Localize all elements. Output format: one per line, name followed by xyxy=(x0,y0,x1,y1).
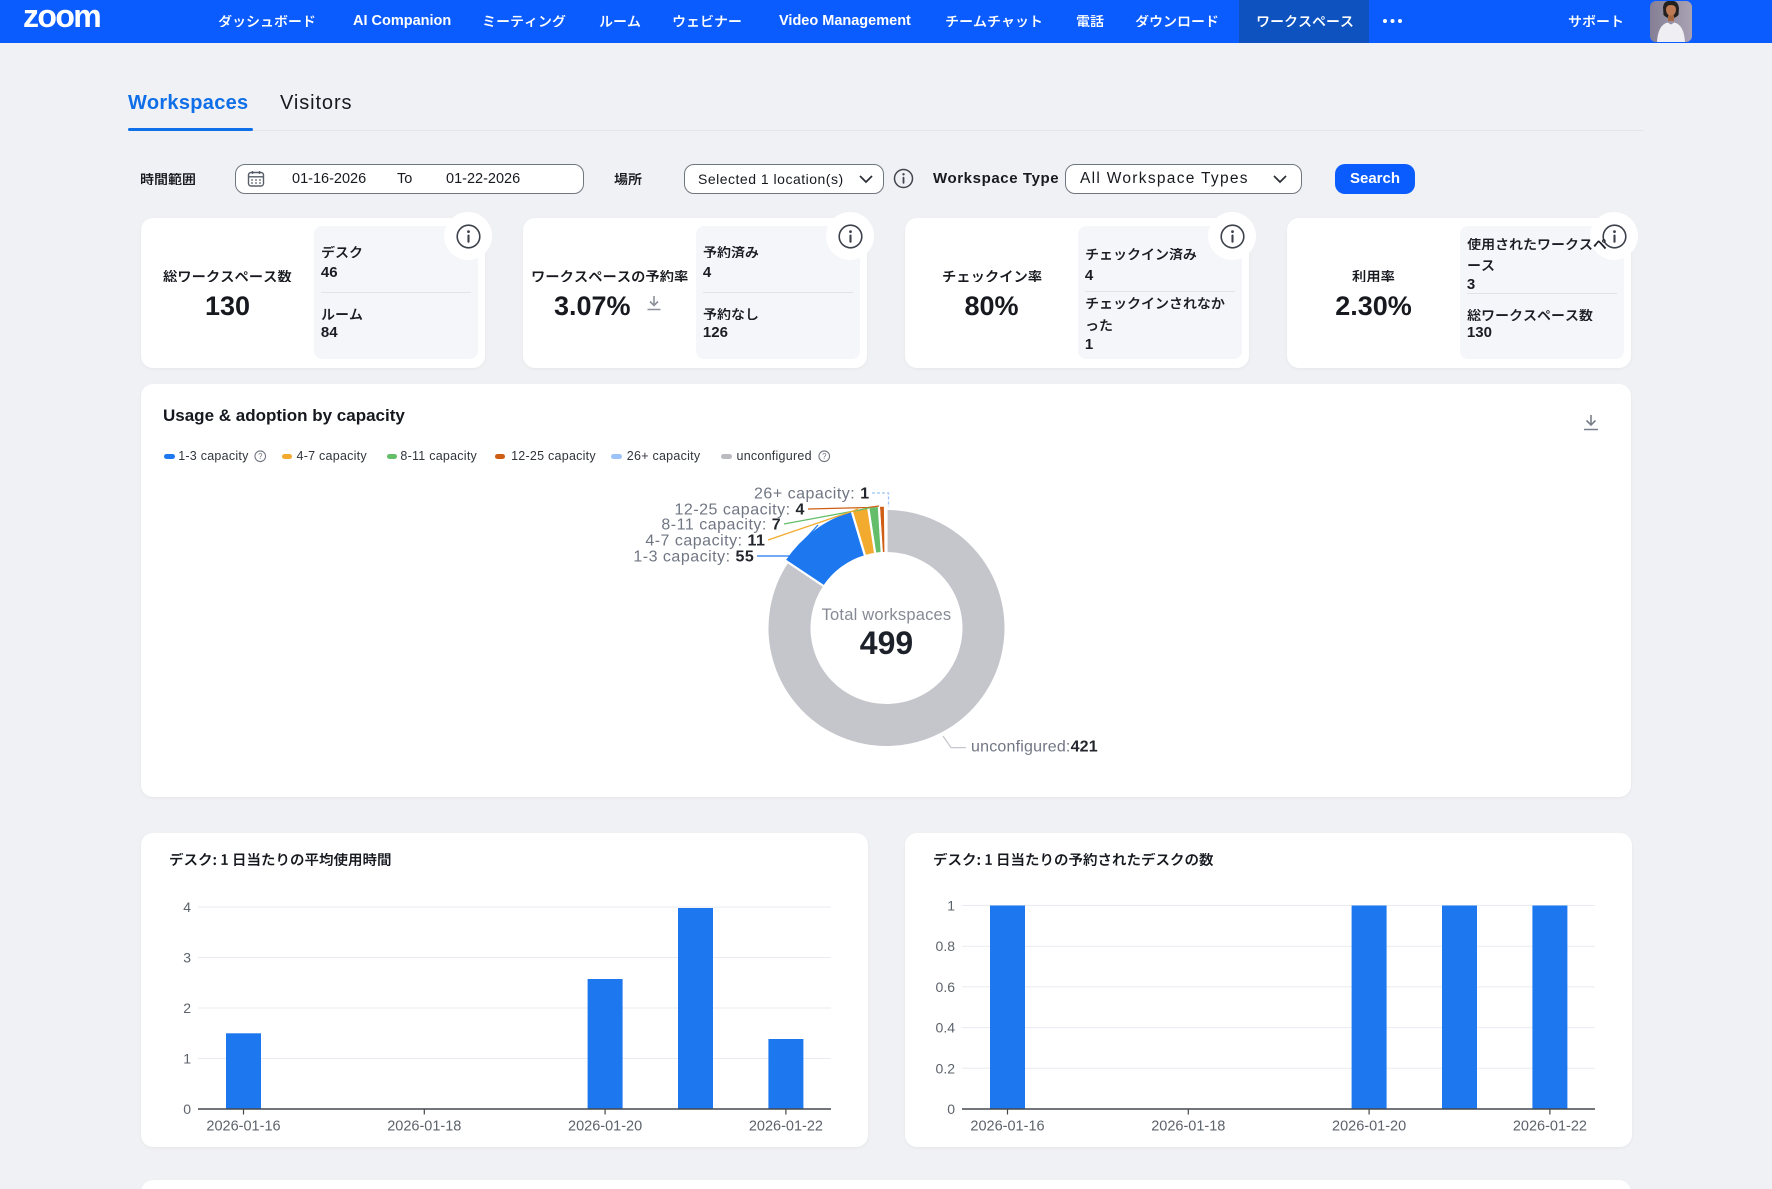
svg-text:2026-01-16: 2026-01-16 xyxy=(206,1119,280,1135)
svg-text:0.4: 0.4 xyxy=(936,1020,956,1036)
svg-text:1-3 capacity: 55: 1-3 capacity: 55 xyxy=(633,549,754,566)
svg-text:3: 3 xyxy=(183,950,191,966)
svg-text:0: 0 xyxy=(947,1101,955,1117)
svg-text:2026-01-18: 2026-01-18 xyxy=(387,1119,461,1135)
svg-text:0.6: 0.6 xyxy=(936,979,956,995)
svg-text:2026-01-20: 2026-01-20 xyxy=(1332,1119,1406,1135)
svg-text:1: 1 xyxy=(947,898,955,914)
svg-text:2026-01-22: 2026-01-22 xyxy=(1513,1119,1587,1135)
svg-text:499: 499 xyxy=(860,625,913,661)
svg-text:26+ capacity: 1: 26+ capacity: 1 xyxy=(754,486,870,503)
svg-text:2026-01-22: 2026-01-22 xyxy=(749,1119,823,1135)
svg-text:2026-01-18: 2026-01-18 xyxy=(1151,1119,1225,1135)
svg-text:4: 4 xyxy=(183,899,191,915)
svg-text:Total workspaces: Total workspaces xyxy=(822,606,952,624)
svg-text:0.2: 0.2 xyxy=(936,1060,956,1076)
svg-text:2: 2 xyxy=(183,1000,191,1016)
svg-text:0: 0 xyxy=(183,1101,191,1117)
svg-text:unconfigured:421: unconfigured:421 xyxy=(971,739,1098,756)
svg-text:2026-01-20: 2026-01-20 xyxy=(568,1119,642,1135)
svg-text:1: 1 xyxy=(183,1051,191,1067)
svg-text:4-7 capacity: 11: 4-7 capacity: 11 xyxy=(645,533,765,550)
svg-text:0.8: 0.8 xyxy=(936,938,956,954)
svg-text:2026-01-16: 2026-01-16 xyxy=(970,1119,1044,1135)
svg-text:8-11 capacity: 7: 8-11 capacity: 7 xyxy=(661,517,781,534)
